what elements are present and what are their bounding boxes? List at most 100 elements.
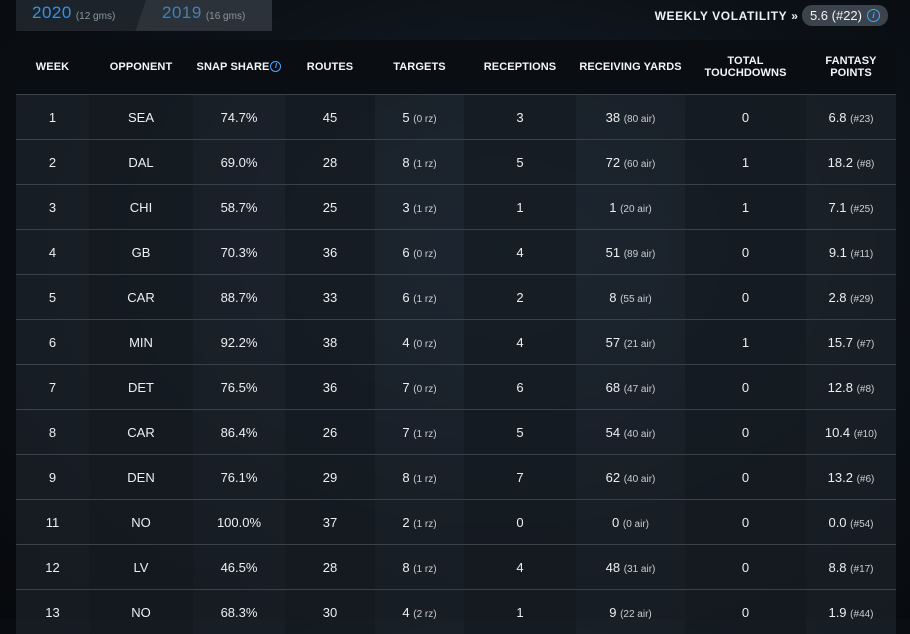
opponent-value: MIN	[129, 335, 153, 350]
snap-share-cell: 86.4%	[193, 410, 285, 455]
col-receptions[interactable]: RECEPTIONS	[464, 40, 576, 95]
targets-detail: (0 rz)	[413, 249, 436, 260]
snap-share-value: 68.3%	[221, 605, 258, 620]
fantasy-points-cell: 8.8 (#17)	[806, 545, 896, 590]
receptions-cell: 4	[464, 230, 576, 275]
fantasy-points-value: 2.8	[828, 290, 846, 305]
opponent-value: GB	[132, 245, 151, 260]
volatility-value: 5.6 (#22)	[810, 8, 862, 23]
weekly-volatility-link[interactable]: WEEKLY VOLATILITY	[655, 9, 788, 23]
info-icon[interactable]: i	[270, 61, 281, 72]
table-row: 5CAR88.7%336 (1 rz)28 (55 air)02.8 (#29)	[16, 275, 896, 320]
fantasy-points-value: 13.2	[828, 470, 853, 485]
snap-share-value: 100.0%	[217, 515, 261, 530]
fantasy-points-value: 12.8	[828, 380, 853, 395]
routes-cell: 25	[285, 185, 375, 230]
season-tab-2019[interactable]: 2019 (16 gms)	[132, 0, 272, 31]
fantasy-points-detail: (#17)	[850, 564, 873, 575]
col-targets[interactable]: TARGETS	[375, 40, 464, 95]
table-row: 9DEN76.1%298 (1 rz)762 (40 air)013.2 (#6…	[16, 455, 896, 500]
routes-cell: 38	[285, 320, 375, 365]
touchdowns-value: 0	[742, 110, 749, 125]
receiving-yards-detail: (60 air)	[624, 159, 656, 170]
routes-cell: 28	[285, 545, 375, 590]
fantasy-points-cell: 15.7 (#7)	[806, 320, 896, 365]
season-tab-2020[interactable]: 2020 (12 gms)	[16, 0, 146, 31]
touchdowns-value: 0	[742, 380, 749, 395]
receptions-value: 3	[516, 110, 523, 125]
info-icon[interactable]: i	[867, 9, 880, 22]
touchdowns-cell: 1	[685, 185, 806, 230]
targets-detail: (2 rz)	[413, 609, 436, 620]
targets-value: 8	[402, 560, 409, 575]
routes-cell: 30	[285, 590, 375, 634]
routes-cell: 29	[285, 455, 375, 500]
fantasy-points-detail: (#54)	[850, 519, 873, 530]
snap-share-value: 69.0%	[221, 155, 258, 170]
targets-value: 5	[402, 110, 409, 125]
receiving-yards-detail: (22 air)	[620, 609, 652, 620]
week-cell: 13	[16, 590, 89, 634]
routes-value: 25	[323, 200, 337, 215]
opponent-value: DAL	[128, 155, 153, 170]
fantasy-points-value: 7.1	[828, 200, 846, 215]
table-row: 8CAR86.4%267 (1 rz)554 (40 air)010.4 (#1…	[16, 410, 896, 455]
double-chevron-icon: »	[791, 9, 798, 23]
targets-detail: (0 rz)	[413, 384, 436, 395]
routes-cell: 37	[285, 500, 375, 545]
touchdowns-value: 1	[742, 200, 749, 215]
week-value: 8	[49, 425, 56, 440]
receiving-yards-detail: (47 air)	[624, 384, 656, 395]
week-cell: 6	[16, 320, 89, 365]
receptions-cell: 4	[464, 545, 576, 590]
col-routes[interactable]: ROUTES	[285, 40, 375, 95]
table-header-row: WEEK OPPONENT SNAP SHAREi ROUTES TARGETS…	[16, 40, 896, 95]
opponent-value: SEA	[128, 110, 154, 125]
week-value: 2	[49, 155, 56, 170]
col-opponent[interactable]: OPPONENT	[89, 40, 193, 95]
targets-cell: 5 (0 rz)	[375, 95, 464, 140]
targets-cell: 8 (1 rz)	[375, 140, 464, 185]
opponent-value: DEN	[127, 470, 154, 485]
receptions-value: 4	[516, 245, 523, 260]
touchdowns-cell: 0	[685, 95, 806, 140]
week-value: 9	[49, 470, 56, 485]
season-year: 2020	[32, 3, 72, 23]
fantasy-points-value: 18.2	[828, 155, 853, 170]
week-value: 4	[49, 245, 56, 260]
touchdowns-value: 0	[742, 515, 749, 530]
receptions-value: 4	[516, 335, 523, 350]
receiving-yards-value: 38	[606, 110, 620, 125]
receiving-yards-value: 9	[609, 605, 616, 620]
table-row: 1SEA74.7%455 (0 rz)338 (80 air)06.8 (#23…	[16, 95, 896, 140]
touchdowns-cell: 0	[685, 590, 806, 634]
table-row: 11NO100.0%372 (1 rz)00 (0 air)00.0 (#54)	[16, 500, 896, 545]
receptions-cell: 5	[464, 410, 576, 455]
receiving-yards-detail: (89 air)	[624, 249, 656, 260]
receptions-value: 5	[516, 155, 523, 170]
receiving-yards-cell: 1 (20 air)	[576, 185, 685, 230]
touchdowns-value: 0	[742, 470, 749, 485]
col-receiving-yards[interactable]: RECEIVING YARDS	[576, 40, 685, 95]
targets-cell: 8 (1 rz)	[375, 545, 464, 590]
receptions-cell: 6	[464, 365, 576, 410]
touchdowns-value: 0	[742, 425, 749, 440]
targets-detail: (0 rz)	[413, 339, 436, 350]
fantasy-points-cell: 18.2 (#8)	[806, 140, 896, 185]
fantasy-points-detail: (#8)	[857, 159, 875, 170]
col-week[interactable]: WEEK	[16, 40, 89, 95]
targets-cell: 6 (1 rz)	[375, 275, 464, 320]
routes-cell: 36	[285, 230, 375, 275]
receptions-cell: 0	[464, 500, 576, 545]
targets-value: 6	[402, 290, 409, 305]
receptions-cell: 3	[464, 95, 576, 140]
targets-value: 7	[402, 380, 409, 395]
col-total-touchdowns[interactable]: TOTAL TOUCHDOWNS	[685, 40, 806, 95]
col-snap-share[interactable]: SNAP SHAREi	[193, 40, 285, 95]
targets-cell: 6 (0 rz)	[375, 230, 464, 275]
col-fantasy-points[interactable]: FANTASY POINTS	[806, 40, 896, 95]
routes-value: 33	[323, 290, 337, 305]
routes-value: 45	[323, 110, 337, 125]
week-value: 13	[45, 605, 59, 620]
receiving-yards-value: 51	[606, 245, 620, 260]
